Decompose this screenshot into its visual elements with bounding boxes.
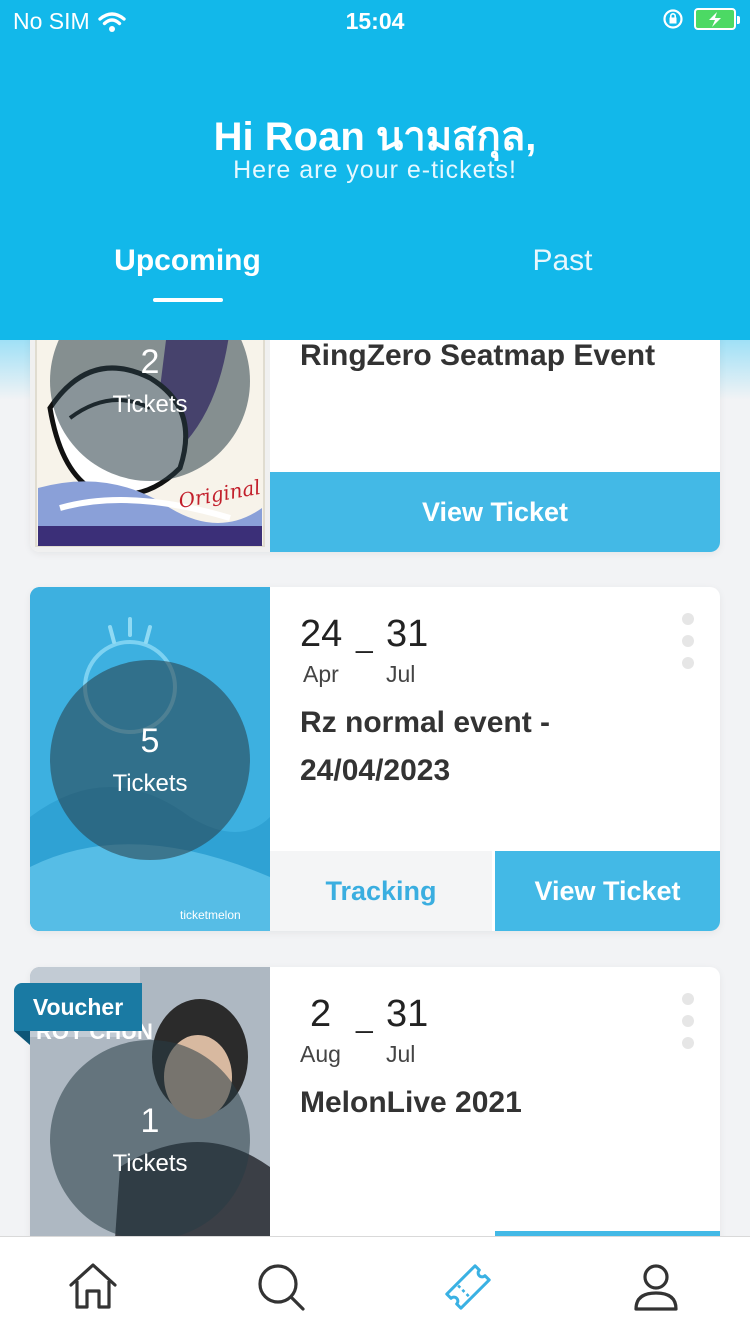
- nav-search[interactable]: [253, 1259, 309, 1315]
- ticket-count: 2: [140, 343, 160, 381]
- end-month: Jul: [386, 661, 416, 687]
- brand-watermark: ticketmelon: [180, 908, 241, 922]
- event-title: Rz normal event - 24/04/2023: [300, 706, 551, 787]
- ticket-icon: [445, 1264, 491, 1310]
- ticket-count: 5: [140, 722, 160, 760]
- date-separator: _: [356, 621, 373, 654]
- view-ticket-button[interactable]: View Ticket: [495, 851, 720, 931]
- start-day: 2: [310, 993, 332, 1035]
- active-tab-indicator: [153, 298, 223, 302]
- ticket-count-badge: 1 Tickets: [50, 1040, 250, 1236]
- clock: 15:04: [345, 8, 405, 34]
- ticket-card[interactable]: Original 2 Tickets RingZero Seatmap Even…: [30, 340, 720, 552]
- start-day: 24: [300, 613, 343, 655]
- header: No SIM 15:04 Hi Roan นามสกุล, Here are y…: [0, 0, 750, 340]
- end-day: 31: [386, 613, 429, 655]
- start-month: Apr: [303, 661, 339, 687]
- event-title: RingZero Seatmap Event: [300, 340, 656, 372]
- ticket-card[interactable]: ticketmelon 5 Tickets 24 Apr _ 31 Jul Rz…: [30, 587, 720, 931]
- battery-icon: [694, 8, 740, 30]
- start-month: Aug: [300, 1041, 341, 1067]
- tickets-label: Tickets: [112, 770, 188, 797]
- tracking-button[interactable]: Tracking: [270, 851, 492, 931]
- event-title: MelonLive 2021: [300, 1086, 522, 1119]
- end-day: 31: [386, 993, 429, 1035]
- subtitle: Here are your e-tickets!: [233, 156, 517, 184]
- tickets-label: Tickets: [112, 391, 188, 418]
- profile-icon: [634, 1264, 678, 1311]
- ticket-list[interactable]: Original 2 Tickets RingZero Seatmap Even…: [0, 340, 750, 1236]
- rotation-lock-icon: [663, 9, 683, 29]
- tab-upcoming[interactable]: Upcoming: [0, 244, 375, 278]
- ticket-count: 1: [140, 1102, 160, 1140]
- search-icon: [258, 1264, 305, 1311]
- tab-past[interactable]: Past: [375, 244, 750, 278]
- tickets-label: Tickets: [112, 1150, 188, 1177]
- voucher-badge: Voucher: [14, 983, 142, 1045]
- more-options-icon[interactable]: [682, 613, 696, 679]
- nav-profile[interactable]: [628, 1259, 684, 1315]
- more-options-icon[interactable]: [682, 993, 696, 1059]
- bottom-nav: [0, 1236, 750, 1334]
- end-month: Jul: [386, 1041, 416, 1067]
- status-bar: No SIM 15:04: [0, 0, 750, 40]
- nav-home[interactable]: [65, 1259, 121, 1315]
- date-separator: _: [356, 1001, 373, 1034]
- ticket-count-badge: 5 Tickets: [50, 660, 250, 860]
- view-ticket-button[interactable]: View Ticket: [270, 472, 720, 552]
- nav-tickets[interactable]: [440, 1259, 496, 1315]
- home-icon: [69, 1263, 117, 1309]
